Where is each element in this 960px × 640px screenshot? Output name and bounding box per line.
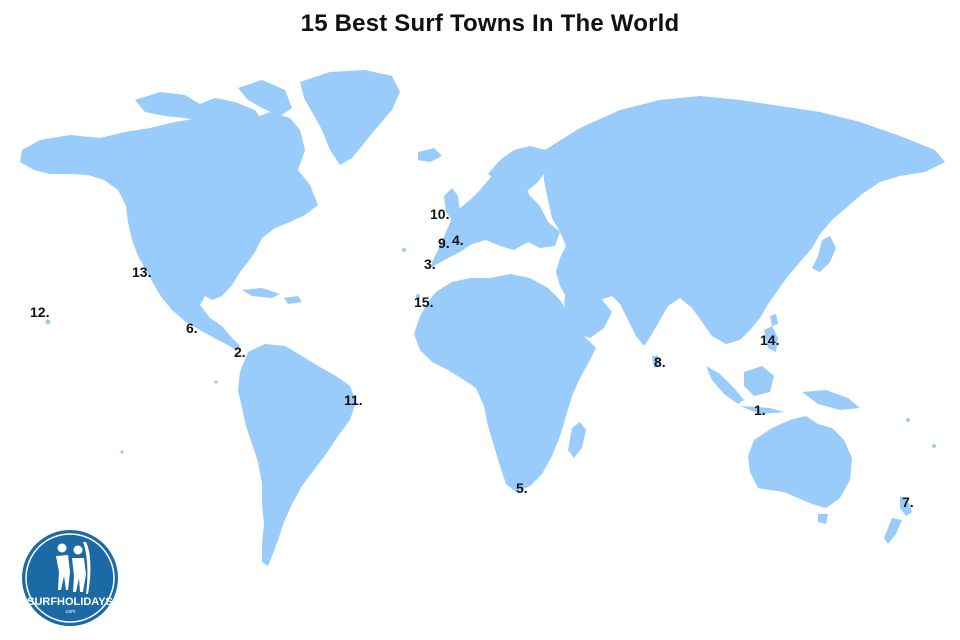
world-map [20,70,945,566]
marker-5: 5. [516,480,528,496]
marker-12: 12. [30,304,50,320]
landmass-iceland [418,148,442,162]
marker-4: 4. [452,232,464,248]
marker-3: 3. [424,256,436,272]
landmass-tasmania [818,514,828,524]
landmass-new-guinea [802,390,860,410]
logo-brand-text: SURFHOLIDAYS [27,596,113,608]
island-pacific-3 [120,450,124,454]
island-pacific-2 [932,444,936,448]
marker-8: 8. [654,354,666,370]
landmass-hispaniola [284,296,302,304]
marker-9: 9. [438,235,450,251]
surfholidays-logo: SURFHOLIDAYS .com [22,530,118,626]
landmass-europe [430,168,560,268]
island-pacific-1 [906,418,910,422]
marker-13: 13. [132,264,152,280]
marker-10: 10. [430,206,450,222]
landmass-cuba [242,288,280,298]
marker-2: 2. [234,344,246,360]
marker-14: 14. [760,332,780,348]
landmass-madagascar [568,422,586,458]
marker-15: 15. [414,294,434,310]
marker-1: 1. [754,402,766,418]
marker-6: 6. [186,320,198,336]
landmass-taiwan [770,314,778,326]
landmass-borneo [744,366,774,396]
landmass-australia [748,416,852,508]
landmass-north-america [20,112,318,350]
island-pacific-4 [214,380,218,384]
landmass-south-america [238,344,356,566]
island-azores [402,248,406,252]
landmass-new-zealand-south [884,518,902,544]
landmass-greenland [300,70,400,165]
landmass-hudson-arctic [135,92,262,124]
logo-suffix-text: .com [65,609,76,615]
marker-7: 7. [902,494,914,510]
marker-11: 11. [344,392,363,408]
landmass-sumatra [706,366,744,404]
island-hawaii [45,319,51,325]
